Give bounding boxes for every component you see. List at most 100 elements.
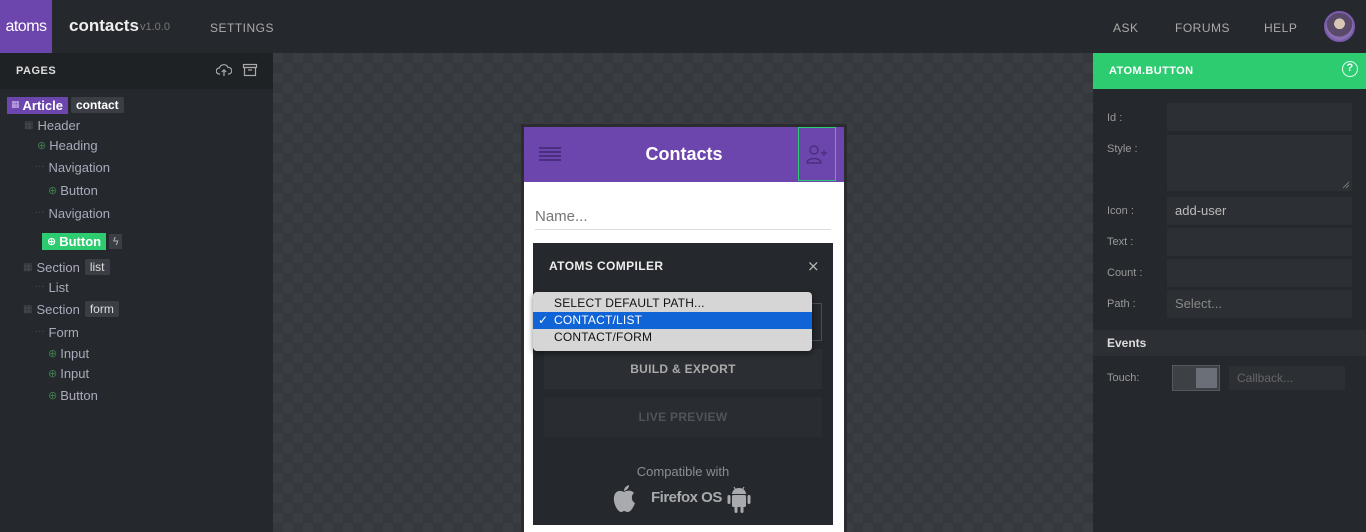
tree-navigation[interactable]: ··· Navigation xyxy=(35,204,110,222)
tree-navigation[interactable]: ··· Navigation xyxy=(35,158,110,176)
properties-header: ATOM.BUTTON ? xyxy=(1093,53,1366,89)
atoms-logo[interactable]: atoms xyxy=(0,0,52,53)
tree-label: Button xyxy=(60,387,98,403)
icon-field[interactable]: add-user xyxy=(1167,197,1352,225)
app-version: v1.0.0 xyxy=(140,21,170,33)
plus-circle-icon: ⊕ xyxy=(48,366,58,380)
app-title: contacts xyxy=(69,16,139,35)
grid-icon: ▦ xyxy=(23,303,33,315)
dots-icon: ··· xyxy=(35,207,45,219)
id-field[interactable] xyxy=(1167,103,1352,131)
count-label: Count : xyxy=(1107,267,1143,279)
pages-panel: PAGES ▦ Article contact ▦ Header ⊕ Heading… xyxy=(0,53,273,532)
section-tag: form xyxy=(84,301,119,317)
path-select-field[interactable]: Select... xyxy=(1167,290,1352,318)
path-option[interactable]: SELECT DEFAULT PATH... xyxy=(533,295,812,312)
path-option-selected[interactable]: ✓ CONTACT/LIST xyxy=(533,312,812,329)
modal-title: ATOMS COMPILER xyxy=(549,259,664,273)
toggle-knob xyxy=(1196,368,1217,388)
resize-handle-icon[interactable] xyxy=(1342,181,1350,189)
plus-circle-icon: ⊕ xyxy=(48,388,58,402)
tree-label: Button xyxy=(59,233,102,249)
ask-link[interactable]: ASK xyxy=(1113,21,1139,35)
tree-label: Section xyxy=(36,259,80,275)
top-bar: atoms contacts v1.0.0 SETTINGS ASK FORUM… xyxy=(0,0,1366,53)
checkmark-icon: ✓ xyxy=(538,313,549,327)
android-icon xyxy=(727,486,751,513)
tree-label: Navigation xyxy=(48,205,110,221)
tree-label: Form xyxy=(48,324,79,340)
help-icon[interactable]: ? xyxy=(1342,61,1358,77)
article-node[interactable]: ▦ Article xyxy=(7,96,68,114)
article-label: Article xyxy=(22,97,63,113)
properties-panel: ATOM.BUTTON ? Id : Style : Icon : add-us… xyxy=(1093,53,1366,532)
help-link[interactable]: HELP xyxy=(1264,21,1297,35)
phone-header: Contacts xyxy=(524,127,844,182)
option-label: CONTACT/LIST xyxy=(554,313,643,327)
article-id-tag[interactable]: contact xyxy=(70,97,124,113)
plus-circle-icon: ⊕ xyxy=(47,234,57,248)
tree-section-list[interactable]: ▦ Section list xyxy=(23,258,110,276)
tree-button[interactable]: ⊕ Button xyxy=(48,181,98,199)
callback-input[interactable]: Callback... xyxy=(1229,366,1345,390)
tree-label: Heading xyxy=(49,137,98,153)
phone-title: Contacts xyxy=(645,144,723,164)
archive-icon[interactable] xyxy=(242,63,258,77)
style-textarea[interactable] xyxy=(1167,135,1352,191)
grid-icon: ▦ xyxy=(24,119,34,131)
component-title: ATOM.BUTTON xyxy=(1109,65,1194,77)
user-avatar[interactable] xyxy=(1324,11,1355,42)
tree-input[interactable]: ⊕ Input xyxy=(48,344,89,362)
plus-circle-icon: ⊕ xyxy=(37,138,47,152)
tree-article[interactable]: ▦ Article contact xyxy=(7,96,124,114)
firefox-os-label: Firefox OS xyxy=(651,489,722,506)
count-field[interactable] xyxy=(1167,259,1352,287)
forums-link[interactable]: FORUMS xyxy=(1175,21,1230,35)
build-export-button[interactable]: BUILD & EXPORT xyxy=(544,349,822,389)
dots-icon: ··· xyxy=(35,326,45,338)
add-user-icon xyxy=(806,145,827,164)
path-label: Path : xyxy=(1107,298,1136,310)
pages-title: PAGES xyxy=(16,65,57,77)
tree-label: Navigation xyxy=(48,159,110,175)
tree-label: Section xyxy=(36,301,80,317)
name-input[interactable] xyxy=(535,200,831,230)
tree-button-selected[interactable]: ⊕ Button ϟ xyxy=(42,232,123,250)
tree-heading[interactable]: ⊕ Heading xyxy=(37,136,98,154)
text-label: Text : xyxy=(1107,236,1134,248)
close-icon[interactable]: × xyxy=(807,257,820,275)
path-dropdown-menu[interactable]: SELECT DEFAULT PATH... ✓ CONTACT/LIST CO… xyxy=(533,292,812,351)
icon-label: Icon : xyxy=(1107,205,1134,217)
tree-label: Button xyxy=(60,182,98,198)
pages-header: PAGES xyxy=(0,53,273,89)
tree-section-form[interactable]: ▦ Section form xyxy=(23,300,119,318)
touch-toggle[interactable] xyxy=(1172,365,1220,391)
tree-header[interactable]: ▦ Header xyxy=(24,116,80,134)
apple-icon xyxy=(613,485,635,512)
dots-icon: ··· xyxy=(35,161,45,173)
plus-circle-icon: ⊕ xyxy=(48,183,58,197)
touch-label: Touch: xyxy=(1107,372,1140,384)
tree-list[interactable]: ··· List xyxy=(35,278,69,296)
text-field[interactable] xyxy=(1167,228,1352,256)
selected-button-node[interactable]: ⊕ Button xyxy=(42,232,107,250)
path-option[interactable]: CONTACT/FORM xyxy=(533,329,812,346)
tree-button[interactable]: ⊕ Button xyxy=(48,386,98,404)
cloud-upload-icon[interactable] xyxy=(216,63,232,77)
tree-input[interactable]: ⊕ Input xyxy=(48,364,89,382)
grid-icon: ▦ xyxy=(11,100,20,110)
id-label: Id : xyxy=(1107,112,1123,124)
tree-form[interactable]: ··· Form xyxy=(35,323,79,341)
tree-label: Input xyxy=(60,365,90,381)
events-header: Events xyxy=(1093,330,1366,356)
section-tag: list xyxy=(84,259,110,275)
live-preview-button[interactable]: LIVE PREVIEW xyxy=(544,397,822,437)
style-label: Style : xyxy=(1107,143,1138,155)
compatible-label: Compatible with xyxy=(636,464,730,479)
settings-link[interactable]: SETTINGS xyxy=(210,21,274,35)
tree-label: List xyxy=(48,279,69,295)
lightning-icon[interactable]: ϟ xyxy=(109,233,123,249)
tree-label: Header xyxy=(37,117,81,133)
plus-circle-icon: ⊕ xyxy=(48,346,58,360)
add-user-button[interactable] xyxy=(798,127,836,181)
